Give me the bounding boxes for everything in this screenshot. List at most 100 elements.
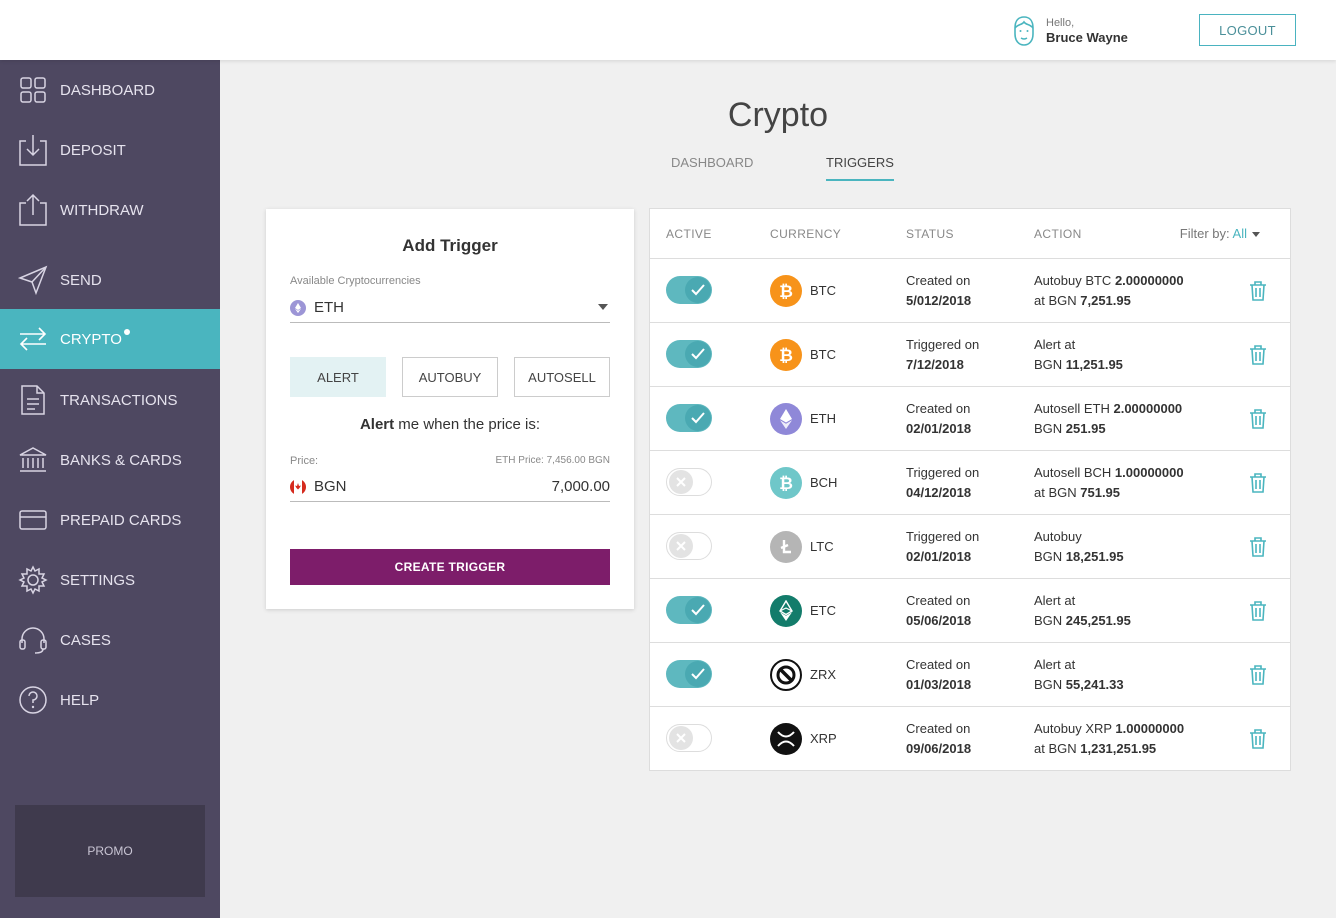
sidebar-item-label: DEPOSIT — [60, 141, 126, 159]
card-icon — [18, 505, 48, 535]
promo-banner[interactable]: PROMO — [15, 805, 205, 897]
gear-icon — [18, 565, 48, 595]
etc-icon — [770, 595, 802, 627]
active-toggle[interactable] — [666, 596, 712, 624]
action-line2: BGN 18,251.95 — [1034, 549, 1124, 564]
sidebar-item-deposit[interactable]: DEPOSIT — [0, 120, 220, 180]
tab-triggers[interactable]: TRIGGERS — [826, 155, 894, 181]
column-header-status: STATUS — [906, 227, 954, 241]
trash-icon[interactable] — [1248, 664, 1268, 686]
tab-dashboard[interactable]: DASHBOARD — [671, 155, 753, 170]
status-date: 02/01/2018 — [906, 421, 972, 436]
sidebar-item-crypto[interactable]: CRYPTO — [0, 309, 220, 369]
create-trigger-button[interactable]: CREATE TRIGGER — [290, 549, 610, 585]
active-toggle[interactable] — [666, 276, 712, 304]
sidebar-item-label: CASES — [60, 631, 111, 649]
sidebar-item-label: BANKS & CARDS — [60, 451, 182, 469]
canada-flag-icon — [290, 478, 306, 495]
autobuy-button[interactable]: AUTOBUY — [402, 357, 498, 397]
sidebar-item-prepaid-cards[interactable]: PREPAID CARDS — [0, 490, 220, 550]
xrp-icon — [770, 723, 802, 755]
user-info: Hello, Bruce Wayne — [1010, 14, 1128, 48]
action-line1: Autosell ETH 2.00000000 — [1034, 401, 1183, 416]
filter-value: All — [1232, 226, 1247, 241]
check-icon — [691, 668, 705, 680]
sidebar-item-transactions[interactable]: TRANSACTIONS — [0, 370, 220, 430]
action-line1: Alert at — [1034, 657, 1076, 672]
filter-dropdown[interactable]: Filter by: All — [1180, 226, 1260, 241]
transactions-icon — [18, 385, 48, 415]
active-toggle[interactable] — [666, 724, 712, 752]
table-row: ₿ BTC Created on 5/012/2018 Autobuy BTC … — [650, 258, 1290, 322]
active-toggle[interactable] — [666, 340, 712, 368]
crypto-select-label: Available Cryptocurrencies — [290, 275, 421, 287]
logout-button[interactable]: LOGOUT — [1199, 14, 1296, 46]
alert-rest: me when the price is: — [394, 416, 541, 433]
status-text: Created on — [906, 721, 971, 736]
alert-word: Alert — [359, 416, 395, 433]
greeting: Hello, — [1046, 16, 1075, 29]
status-date: 05/06/2018 — [906, 613, 972, 628]
sidebar-item-withdraw[interactable]: WITHDRAW — [0, 180, 220, 240]
chevron-down-icon — [1252, 232, 1260, 238]
card-title: Add Trigger — [402, 236, 498, 255]
sidebar-item-settings[interactable]: SETTINGS — [0, 550, 220, 610]
svg-text:₿: ₿ — [779, 474, 793, 493]
table-row: ₿ BTC Triggered on 7/12/2018 Alert at BG… — [650, 322, 1290, 386]
trash-icon[interactable] — [1248, 600, 1268, 622]
trash-icon[interactable] — [1248, 472, 1268, 494]
status-date: 02/01/2018 — [906, 549, 972, 564]
status-text: Triggered on — [906, 529, 980, 544]
action-line2: at BGN 7,251.95 — [1034, 293, 1131, 308]
currency-code: LTC — [810, 539, 834, 554]
sidebar-item-help[interactable]: HELP — [0, 670, 220, 730]
column-header-currency: CURRENCY — [770, 227, 842, 241]
sidebar-item-send[interactable]: SEND — [0, 250, 220, 310]
eth-icon — [770, 403, 802, 435]
currency-code: BCH — [810, 475, 838, 490]
crypto-select[interactable]: ETH — [290, 293, 610, 323]
alert-button[interactable]: ALERT — [290, 357, 386, 397]
price-label: Price: — [290, 455, 319, 467]
autosell-button[interactable]: AUTOSELL — [514, 357, 610, 397]
sidebar-item-cases[interactable]: CASES — [0, 610, 220, 670]
column-header-active: ACTIVE — [666, 227, 712, 241]
status-date: 5/012/2018 — [906, 293, 972, 308]
user-name: Bruce Wayne — [1046, 29, 1128, 45]
action-line1: Autobuy BTC 2.00000000 — [1034, 273, 1184, 288]
trash-icon[interactable] — [1248, 280, 1268, 302]
filter-label: Filter by: — [1179, 226, 1233, 241]
sidebar: DASHBOARD DEPOSIT WITHDRAW SEND CRYPTO T… — [0, 60, 220, 918]
sidebar-item-banks-cards[interactable]: BANKS & CARDS — [0, 430, 220, 490]
action-line1: Autobuy XRP 1.00000000 — [1034, 721, 1185, 736]
trash-icon[interactable] — [1248, 344, 1268, 366]
active-toggle[interactable] — [666, 404, 712, 432]
zrx-icon — [770, 659, 802, 691]
active-toggle[interactable] — [666, 532, 712, 560]
sidebar-item-label: SETTINGS — [60, 571, 136, 589]
trash-icon[interactable] — [1248, 728, 1268, 750]
action-line2: at BGN 751.95 — [1034, 485, 1121, 500]
action-line2: BGN 251.95 — [1034, 421, 1106, 436]
active-toggle[interactable] — [666, 660, 712, 688]
trash-icon[interactable] — [1248, 408, 1268, 430]
alert-instruction: Alert me when the price is: — [266, 416, 634, 433]
sidebar-item-label: HELP — [60, 691, 100, 709]
status-text: Created on — [906, 593, 971, 608]
currency-code: XRP — [810, 731, 837, 746]
currency-code: BTC — [810, 347, 836, 362]
status-text: Triggered on — [906, 465, 980, 480]
table-row: ETC Created on 05/06/2018 Alert at BGN 2… — [650, 578, 1290, 642]
action-line2: at BGN 1,231,251.95 — [1034, 741, 1157, 756]
price-input[interactable]: BGN 7,000.00 — [290, 472, 610, 502]
active-toggle[interactable] — [666, 468, 712, 496]
close-icon — [676, 733, 686, 743]
status-text: Triggered on — [906, 337, 980, 352]
bank-icon — [18, 445, 48, 475]
send-icon — [18, 265, 48, 295]
headset-icon — [18, 625, 48, 655]
notification-dot — [123, 329, 130, 335]
sidebar-item-dashboard[interactable]: DASHBOARD — [0, 60, 220, 120]
check-icon — [691, 604, 705, 616]
trash-icon[interactable] — [1248, 536, 1268, 558]
